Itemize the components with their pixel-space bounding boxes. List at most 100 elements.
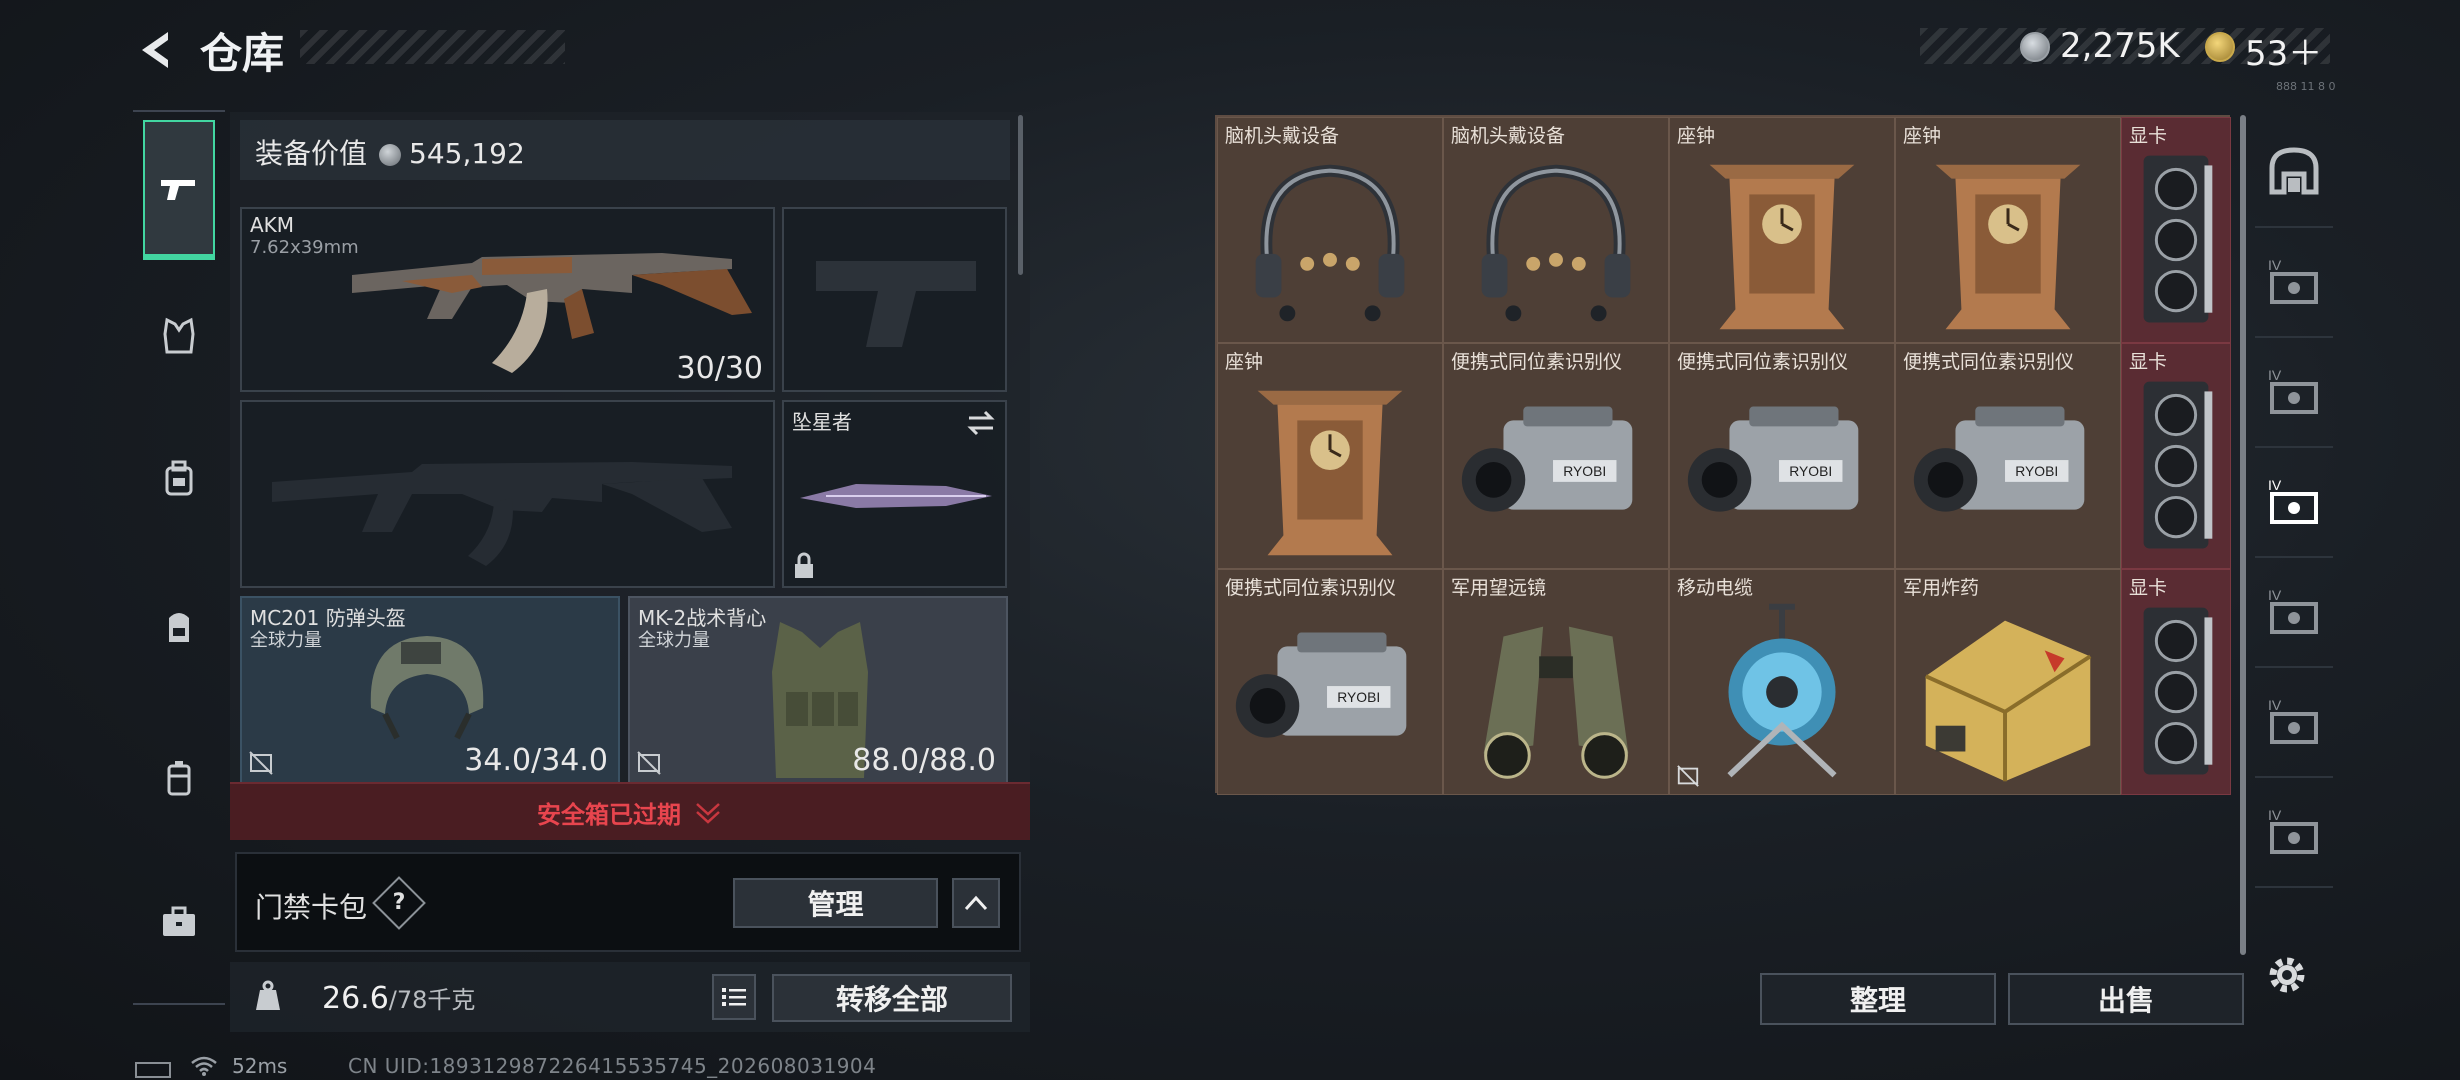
chevron-down-icon	[696, 803, 720, 824]
canister-icon	[167, 761, 191, 796]
svg-text:RYOBI: RYOBI	[1337, 689, 1380, 705]
secondary-weapon-slot[interactable]	[240, 400, 775, 588]
gpu-icon	[2143, 155, 2213, 323]
storage-item-rare[interactable]: 显卡	[2121, 569, 2231, 795]
list-view-button[interactable]	[712, 974, 756, 1020]
storage-item[interactable]: 军用炸药	[1895, 569, 2121, 795]
storage-item[interactable]: 脑机头戴设备	[1217, 117, 1443, 343]
isotope-scanner-icon: RYOBI	[1461, 406, 1633, 512]
manage-button[interactable]: 管理	[733, 878, 938, 928]
primary-weapon-name: AKM	[250, 213, 295, 237]
pistol-slot[interactable]	[782, 207, 1007, 392]
sell-button[interactable]: 出售	[2008, 973, 2244, 1025]
storage-item-rare[interactable]: 显卡	[2121, 117, 2231, 343]
svg-text:RYOBI: RYOBI	[2015, 463, 2058, 479]
nav-container[interactable]	[143, 742, 215, 814]
primary-weapon-ammo-count: 30/30	[676, 351, 763, 386]
gold-currency-amount[interactable]: 53＋	[2245, 26, 2322, 75]
armor-brand: 全球力量	[638, 630, 710, 651]
storage-item[interactable]: 便携式同位素识别仪 RYOBI	[1217, 569, 1443, 795]
equipment-category-nav	[133, 110, 225, 1005]
melee-slot[interactable]: 坠星者	[782, 400, 1007, 588]
tab-storage-page[interactable]: IV	[2255, 558, 2333, 668]
chest-rig-icon	[165, 460, 193, 496]
storage-grid: 脑机头戴设备 脑机头戴设备 座钟 座钟 显卡 座钟 便携式同位素识别仪 RYOB…	[1215, 115, 2231, 795]
storage-item[interactable]: 移动电缆	[1669, 569, 1895, 795]
helmet-icon	[370, 636, 484, 740]
briefcase-icon	[163, 906, 195, 936]
gold-coin-icon[interactable]	[2205, 32, 2235, 62]
nav-chest-rig[interactable]	[143, 442, 215, 514]
silver-coin-icon	[2020, 32, 2050, 62]
back-arrow-icon	[142, 32, 168, 68]
tab-all-storage[interactable]	[2255, 118, 2333, 228]
page-title: 仓库	[200, 29, 285, 78]
wifi-icon	[191, 1056, 217, 1076]
svg-text:IV: IV	[2268, 587, 2282, 603]
isotope-scanner-icon: RYOBI	[1235, 632, 1407, 738]
primary-weapon-ammo: 7.62x39mm	[250, 237, 359, 258]
vault-icon	[2269, 147, 2319, 195]
tab-storage-page[interactable]: IV	[2255, 338, 2333, 448]
clock-icon	[1709, 164, 1855, 330]
storage-item[interactable]: 座钟	[1217, 343, 1443, 569]
isotope-scanner-icon: RYOBI	[1913, 406, 2085, 512]
storage-item[interactable]: 便携式同位素识别仪 RYOBI	[1669, 343, 1895, 569]
nav-armor-vest[interactable]	[143, 300, 215, 372]
swap-icon[interactable]	[965, 410, 997, 436]
tab-storage-page[interactable]: IV	[2255, 778, 2333, 888]
equipment-scrollbar[interactable]	[1018, 115, 1023, 275]
tab-storage-page-active[interactable]: IV	[2255, 448, 2333, 558]
safe-box-expired-banner[interactable]: 安全箱已过期	[230, 782, 1030, 840]
carry-weight-current: 26.6	[322, 981, 389, 1016]
storage-item[interactable]: 便携式同位素识别仪 RYOBI	[1443, 343, 1669, 569]
storage-scrollbar[interactable]	[2240, 115, 2246, 955]
rifle-silhouette-icon	[272, 462, 732, 566]
nav-weapons[interactable]	[143, 120, 215, 260]
storage-box-icon: IV	[2268, 587, 2318, 634]
storage-box-icon: IV	[2268, 477, 2318, 524]
keycard-pack-label: 门禁卡包	[255, 891, 368, 924]
storage-item[interactable]: 便携式同位素识别仪 RYOBI	[1895, 343, 2121, 569]
storage-item[interactable]: 脑机头戴设备	[1443, 117, 1669, 343]
storage-item-rare[interactable]: 显卡	[2121, 343, 2231, 569]
pistol-icon	[161, 180, 195, 200]
clock-icon	[1935, 164, 2081, 330]
cable-reel-icon	[1727, 603, 1837, 778]
svg-text:IV: IV	[2268, 367, 2282, 383]
list-icon	[722, 988, 746, 1006]
back-button[interactable]	[128, 22, 188, 78]
gpu-icon	[2143, 381, 2213, 549]
svg-text:IV: IV	[2268, 697, 2282, 713]
nav-case[interactable]	[143, 886, 215, 958]
nav-backpack[interactable]	[143, 590, 215, 662]
svg-text:RYOBI: RYOBI	[1563, 463, 1606, 479]
storage-box-icon: IV	[2268, 257, 2318, 304]
chevron-up-icon	[964, 895, 988, 911]
melee-name: 坠星者	[792, 410, 852, 434]
storage-item[interactable]: 军用望远镜	[1443, 569, 1669, 795]
svg-text:IV: IV	[2268, 807, 2282, 823]
armor-durability: 88.0/88.0	[852, 743, 996, 778]
helmet-slot[interactable]: MC201 防弹头盔 全球力量 34.0/34.0	[240, 596, 620, 784]
primary-weapon-slot[interactable]: AKM 7.62x39mm 30/30	[240, 207, 775, 392]
weight-icon	[256, 980, 280, 1010]
gear-icon[interactable]	[2262, 950, 2312, 1000]
tab-storage-page[interactable]: IV	[2255, 228, 2333, 338]
no-insurance-icon	[637, 751, 661, 775]
storage-box-icon: IV	[2268, 367, 2318, 414]
battery-icon	[135, 1062, 171, 1078]
sort-button[interactable]: 整理	[1760, 973, 1996, 1025]
transfer-all-button[interactable]: 转移全部	[772, 974, 1012, 1022]
equipment-value-amount: 545,192	[409, 137, 525, 170]
collapse-button[interactable]	[952, 878, 1000, 928]
no-insurance-icon	[1677, 765, 1699, 787]
storage-item[interactable]: 座钟	[1669, 117, 1895, 343]
armor-slot[interactable]: MK-2战术背心 全球力量 88.0/88.0	[628, 596, 1008, 784]
svg-text:IV: IV	[2268, 477, 2282, 493]
user-uid: CN UID:1893129872264155357​45_2026080319…	[348, 1054, 877, 1078]
storage-item[interactable]: 座钟	[1895, 117, 2121, 343]
clock-icon	[1257, 390, 1403, 556]
tab-storage-page[interactable]: IV	[2255, 668, 2333, 778]
headset-icon	[1255, 164, 1405, 322]
